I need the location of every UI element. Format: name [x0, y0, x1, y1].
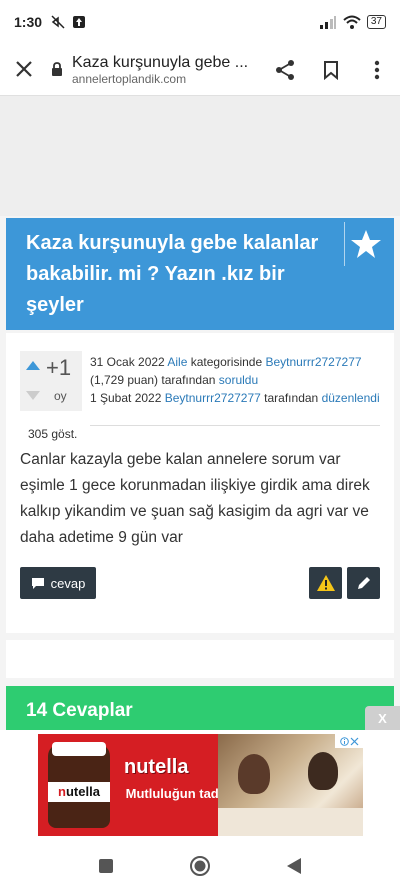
- vote-box: +1 oy: [20, 351, 82, 411]
- close-icon[interactable]: [0, 54, 48, 85]
- answer-button-label: cevap: [50, 575, 86, 591]
- warning-icon: [316, 575, 335, 591]
- question-text: Canlar kazayla gebe kalan annelere sorum…: [20, 451, 370, 546]
- nutella-jar-image: nutella: [48, 742, 110, 828]
- share-icon[interactable]: [262, 59, 308, 81]
- vote-down-icon[interactable]: [26, 391, 40, 400]
- vote-label: oy: [54, 389, 67, 403]
- system-nav-bar: [0, 844, 400, 888]
- ad-creative[interactable]: nutella nutella Mutluluğun tadı: [38, 734, 363, 836]
- vote-up-icon[interactable]: [26, 361, 40, 370]
- upload-icon: [73, 16, 86, 28]
- lock-icon: [48, 62, 66, 77]
- signal-icon: [319, 16, 336, 29]
- flag-button[interactable]: [309, 567, 342, 599]
- meta-divider: [90, 425, 380, 426]
- address-area[interactable]: Kaza kurşunuyla gebe ... annelertoplandi…: [66, 54, 262, 86]
- meta-by-text-2: tarafından: [264, 391, 319, 405]
- photo-table: [218, 808, 363, 836]
- meta-category-link[interactable]: Aile: [167, 355, 187, 369]
- bookmark-icon[interactable]: [308, 60, 354, 80]
- back-icon[interactable]: [286, 857, 302, 875]
- browser-toolbar: Kaza kurşunuyla gebe ... annelertoplandi…: [0, 44, 400, 96]
- ad-brand: nutella: [124, 756, 189, 778]
- answers-title: 14 Cevaplar: [26, 700, 133, 721]
- status-bar: 1:30 37: [0, 0, 400, 44]
- star-icon[interactable]: [344, 222, 386, 266]
- meta-category-suffix: kategorisinde: [190, 355, 263, 369]
- jar-label-rest: utella: [65, 784, 100, 799]
- recents-icon[interactable]: [98, 858, 114, 874]
- adchoices-icon[interactable]: [335, 734, 363, 748]
- meta-date-edited: 1 Şubat 2022: [90, 391, 162, 405]
- jar-label: nutella: [48, 782, 110, 802]
- chat-bubble-icon: [31, 577, 44, 589]
- mute-icon: [51, 15, 65, 29]
- photo-person: [238, 754, 270, 794]
- ad-photo: [218, 734, 363, 836]
- meta-asked-link[interactable]: soruldu: [219, 373, 258, 387]
- ad-placeholder: [0, 96, 400, 216]
- status-time: 1:30: [14, 14, 43, 30]
- ad-banner[interactable]: nutella nutella Mutluluğun tadı: [0, 730, 400, 844]
- status-icons-left: [50, 14, 86, 30]
- battery-indicator: 37: [366, 15, 386, 29]
- meta-by-text: tarafından: [161, 373, 216, 387]
- question-meta: 31 Ocak 2022 Aile kategorisinde Beytnurr…: [90, 353, 386, 407]
- ad-slogan: Mutluluğun tadı: [125, 786, 223, 801]
- meta-edited-link[interactable]: düzenlendi: [322, 391, 380, 405]
- question-header: Kaza kurşunuyla gebe kalanlar bakabilir.…: [6, 218, 394, 330]
- meta-editor-link[interactable]: Beytnurrr2727277: [165, 391, 261, 405]
- edit-button[interactable]: [347, 567, 380, 599]
- ad-close-button[interactable]: X: [365, 706, 400, 730]
- answer-button[interactable]: cevap: [20, 567, 96, 599]
- question-title: Kaza kurşunuyla gebe kalanlar bakabilir.…: [26, 232, 319, 316]
- empty-strip: [6, 640, 394, 678]
- answers-header: 14 Cevaplar: [6, 686, 394, 730]
- meta-points: (1,729 puan): [90, 373, 159, 387]
- photo-person: [308, 752, 338, 790]
- page-title: Kaza kurşunuyla gebe ...: [72, 53, 249, 71]
- view-count: 305 göst.: [28, 427, 78, 441]
- meta-asker-link[interactable]: Beytnurrr2727277: [265, 355, 361, 369]
- vote-count: +1: [46, 355, 72, 380]
- question-body: +1 oy 31 Ocak 2022 Aile kategorisinde Be…: [6, 333, 394, 633]
- jar-label-n: n: [58, 784, 66, 799]
- jar-lid: [52, 742, 106, 756]
- meta-date-asked: 31 Ocak 2022: [90, 355, 165, 369]
- home-icon[interactable]: [189, 855, 211, 877]
- wifi-icon: [343, 15, 361, 29]
- status-icons-right: 37: [319, 15, 386, 29]
- more-vert-icon[interactable]: [354, 60, 400, 80]
- page-url: annelertoplandik.com: [72, 71, 187, 86]
- pencil-icon: [357, 577, 370, 589]
